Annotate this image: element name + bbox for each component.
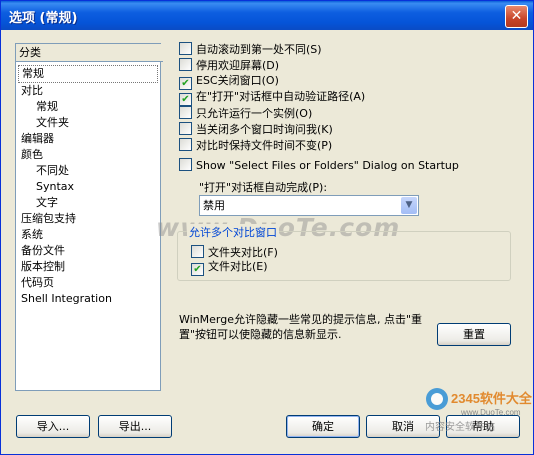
window-title: 选项 (常规) — [9, 11, 78, 26]
options-dialog: 选项 (常规) ✕ 分类 常规 对比 常规 文件夹 编辑器 颜色 不同处 Syntax 文字 压缩… — [0, 0, 534, 455]
multi-window-group-title: 允许多个对比窗口 — [187, 224, 279, 240]
checkbox-icon[interactable] — [191, 245, 204, 258]
tree-item[interactable]: 文字 — [16, 195, 160, 211]
option-label: 只允许运行一个实例(O) — [196, 107, 313, 120]
watermark-corner-text: 内容安全软件站 — [425, 420, 495, 433]
ok-button[interactable]: 确定 — [286, 415, 360, 438]
checkbox-icon[interactable] — [179, 42, 192, 55]
option-label: 自动滚动到第一处不同(S) — [196, 43, 322, 56]
reset-button[interactable]: 重置 — [437, 323, 511, 346]
group-option-label: 文件对比(E) — [208, 260, 268, 273]
option-checkbox[interactable]: 对比时保持文件时间不变(P) — [179, 138, 332, 154]
option-label: Show "Select Files or Folders" Dialog on… — [196, 159, 459, 172]
tree-item[interactable]: 备份文件 — [16, 243, 160, 259]
tree-item[interactable]: Syntax — [16, 179, 160, 195]
checkbox-icon[interactable] — [179, 58, 192, 71]
tree-item[interactable]: 版本控制 — [16, 259, 160, 275]
tree-item[interactable]: 压缩包支持 — [16, 211, 160, 227]
checkbox-icon[interactable] — [179, 122, 192, 135]
checkbox-checked-icon[interactable]: ✔ — [191, 263, 204, 276]
category-tree[interactable]: 分类 常规 对比 常规 文件夹 编辑器 颜色 不同处 Syntax 文字 压缩包支持 系统 备份文件版… — [15, 43, 163, 391]
checkbox-icon[interactable] — [179, 158, 192, 171]
tree-item[interactable]: 常规 — [16, 99, 160, 115]
tree-item[interactable]: 颜色 — [16, 147, 160, 163]
tree-item[interactable]: 文件夹 — [16, 115, 160, 131]
option-checkbox[interactable]: ✔ ESC关闭窗口(O) — [179, 74, 279, 90]
tree-item[interactable]: 编辑器 — [16, 131, 160, 147]
checkbox-checked-icon[interactable]: ✔ — [179, 77, 192, 90]
option-label: 对比时保持文件时间不变(P) — [196, 139, 333, 152]
option-checkbox[interactable]: 停用欢迎屏幕(D) — [179, 58, 279, 74]
category-header: 分类 — [16, 44, 163, 62]
tree-item[interactable]: 不同处 — [16, 163, 160, 179]
watermark-logo: 2345软件大全 www.DuoTe.com 内容安全软件站 — [425, 388, 533, 433]
close-icon: ✕ — [510, 8, 523, 24]
group-option-label: 文件夹对比(F) — [208, 246, 278, 259]
export-button[interactable]: 导出... — [98, 415, 172, 438]
checkbox-icon[interactable] — [179, 138, 192, 151]
group-option-checkbox[interactable]: ✔ 文件对比(E) — [191, 260, 268, 276]
option-label: 在"打开"对话框中自动验证路径(A) — [196, 90, 366, 103]
option-checkbox[interactable]: ✔ 在"打开"对话框中自动验证路径(A) — [179, 90, 365, 106]
checkbox-icon[interactable] — [179, 106, 192, 119]
watermark-url: www.DuoTe.com — [460, 408, 521, 417]
import-button[interactable]: 导入... — [16, 415, 90, 438]
close-button[interactable]: ✕ — [505, 5, 528, 28]
option-checkbox[interactable]: 当关闭多个窗口时询问我(K) — [179, 122, 333, 138]
tree-item[interactable]: 对比 — [16, 83, 160, 99]
group-option-checkbox[interactable]: 文件夹对比(F) — [191, 245, 278, 261]
info-text: WinMerge允许隐藏一些常见的提示信息, 点击"重置"按钮可以使隐藏的信息新… — [179, 313, 423, 341]
category-list: 常规 对比 常规 文件夹 编辑器 颜色 不同处 Syntax 文字 压缩包支持 系统 备份文件 版本控制… — [16, 65, 160, 307]
watermark-brand: 2345软件大全 — [451, 391, 533, 406]
tree-item[interactable]: 常规 — [18, 65, 158, 83]
option-checkbox[interactable]: 自动滚动到第一处不同(S) — [179, 42, 322, 58]
title-bar[interactable]: 选项 (常规) ✕ — [1, 1, 533, 30]
tree-item[interactable]: 代码页 — [16, 275, 160, 291]
chevron-down-icon[interactable]: ▼ — [401, 197, 417, 214]
autocomplete-label: "打开"对话框自动完成(P): — [199, 181, 328, 194]
tree-item[interactable]: Shell Integration — [16, 291, 160, 307]
option-label: 当关闭多个窗口时询问我(K) — [196, 123, 333, 136]
option-label: 停用欢迎屏幕(D) — [196, 59, 280, 72]
option-checkbox[interactable]: Show "Select Files or Folders" Dialog on… — [179, 158, 459, 174]
autocomplete-value: 禁用 — [203, 199, 225, 212]
tree-item[interactable]: 系统 — [16, 227, 160, 243]
checkbox-checked-icon[interactable]: ✔ — [179, 93, 192, 106]
option-label: ESC关闭窗口(O) — [196, 74, 279, 87]
option-checkbox[interactable]: 只允许运行一个实例(O) — [179, 106, 312, 122]
